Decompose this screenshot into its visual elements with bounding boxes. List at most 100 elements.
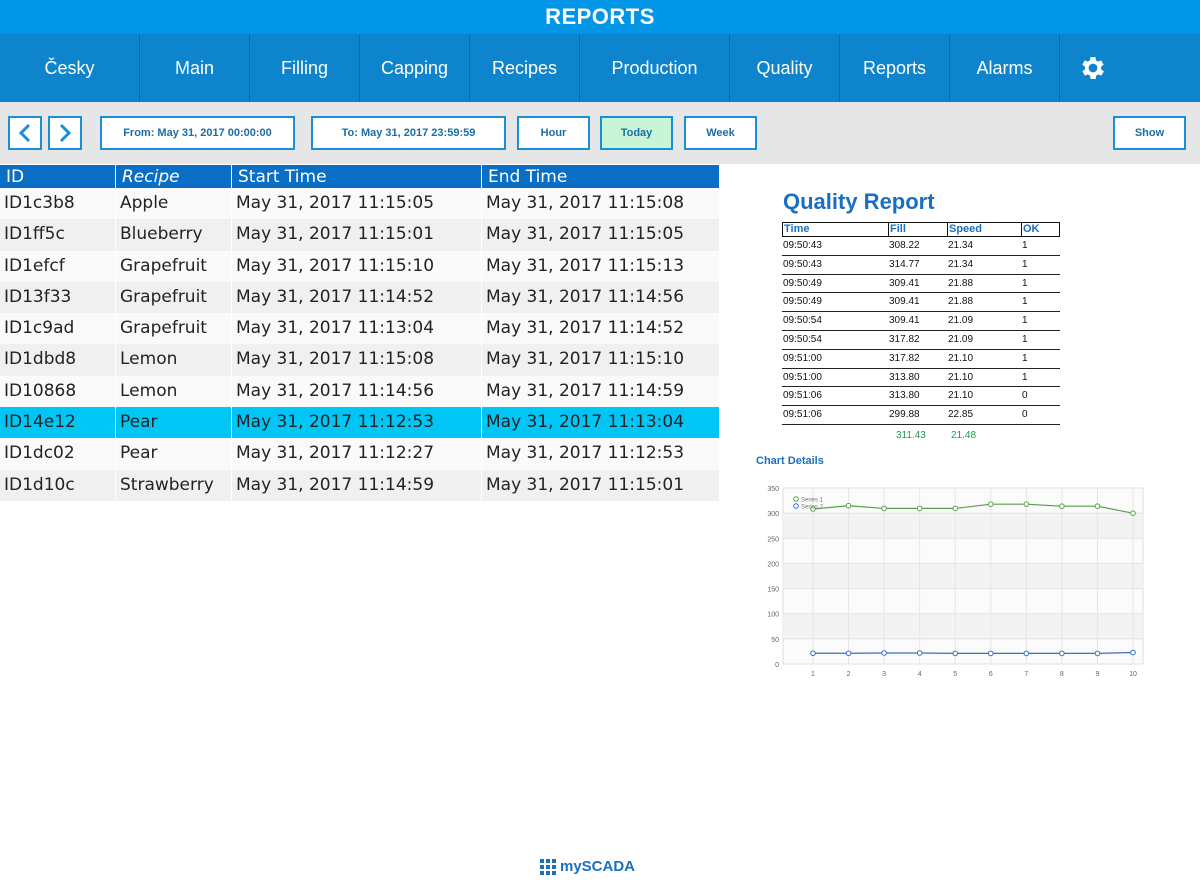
today-button[interactable]: Today	[600, 116, 673, 150]
cell-start-time: May 31, 2017 11:13:04	[232, 313, 482, 345]
next-arrow-button[interactable]	[48, 116, 82, 150]
chart-point	[1094, 650, 1101, 657]
nav-item-main[interactable]: Main	[140, 34, 250, 102]
chart-y-tick-label: 200	[767, 561, 779, 568]
settings-button[interactable]	[1060, 34, 1125, 102]
column-header-recipe[interactable]: Recipe	[116, 165, 232, 188]
qr-cell: 09:51:06	[783, 390, 822, 402]
qr-row: 09:50:49 309.41 21.88 1	[782, 293, 1060, 313]
nav-item-reports[interactable]: Reports	[840, 34, 950, 102]
chart-x-tick-label: 1	[811, 671, 815, 678]
qr-cell: 313.80	[889, 371, 920, 383]
chart-x-tick-label: 5	[953, 671, 957, 678]
cell-recipe: Pear	[116, 438, 232, 470]
table-row[interactable]: ID14e12 Pear May 31, 2017 11:12:53 May 31, …	[0, 407, 720, 439]
qr-cell: 09:51:00	[783, 352, 822, 364]
qr-cell: 1	[1022, 240, 1028, 251]
qr-cell: 309.41	[889, 277, 920, 289]
hour-button[interactable]: Hour	[517, 116, 590, 150]
quality-report-body: 09:50:43 308.22 21.34 1 09:50:43 314.77 21.34 1…	[782, 237, 1060, 425]
qr-cell: 21.09	[948, 333, 974, 345]
qr-cell: 09:50:43	[783, 258, 822, 270]
table-row[interactable]: ID1d10c Strawberry May 31, 2017 11:14:59 Ma…	[0, 469, 720, 501]
qr-cell: 21.88	[948, 277, 974, 289]
chart-point	[987, 650, 994, 657]
qr-cell: 09:51:06	[783, 409, 822, 421]
nav-item-filling[interactable]: Filling	[250, 34, 360, 102]
chart-point	[952, 650, 959, 657]
to-date-button[interactable]: To: May 31, 2017 23:59:59	[311, 116, 506, 150]
qr-cell: 21.34	[948, 258, 974, 270]
cell-end-time: May 31, 2017 11:15:13	[482, 250, 720, 282]
qr-cell: 09:50:49	[783, 277, 822, 289]
cell-recipe: Lemon	[116, 375, 232, 408]
chart-point	[881, 505, 887, 512]
nav-item-recipes[interactable]: Recipes	[470, 34, 580, 102]
qr-row: 09:51:06 313.80 21.10 0	[782, 387, 1060, 407]
chart-details-line-chart: 0 50 100 150 200 250 300 350 1 2 3 4 5 6 7 8 9 10 Series 1…	[767, 486, 1144, 678]
qr-row: 09:50:54 309.41 21.09 1	[782, 312, 1060, 331]
qr-row: 09:50:49 309.41 21.88 1	[782, 275, 1060, 294]
footer-logo: mySCADA	[540, 858, 635, 875]
qr-cell: 1	[1022, 258, 1028, 270]
chart-legend-marker	[793, 503, 799, 509]
column-header-end-time[interactable]: End Time	[482, 165, 720, 188]
chart-point	[1130, 510, 1136, 517]
qr-cell: 309.41	[889, 315, 920, 327]
table-row[interactable]: ID1dc02 Pear May 31, 2017 11:12:27 May 31, …	[0, 438, 720, 470]
cell-recipe: Grapefruit	[116, 281, 232, 314]
chart-x-tick-label: 7	[1024, 671, 1028, 678]
qr-cell: 09:50:43	[783, 240, 822, 251]
table-row[interactable]: ID1c3b8 Apple May 31, 2017 11:15:05 May 31,…	[0, 188, 720, 220]
table-row[interactable]: ID10868 Lemon May 31, 2017 11:14:56 May 31,…	[0, 375, 720, 408]
chart-band	[783, 613, 1143, 639]
column-header-id[interactable]: ID	[0, 165, 116, 188]
chart-x-tick-label: 9	[1095, 671, 1099, 678]
table-row[interactable]: ID1efcf Grapefruit May 31, 2017 11:15:10 Ma…	[0, 250, 720, 282]
chart-y-tick-label: 300	[767, 511, 779, 518]
cell-end-time: May 31, 2017 11:15:08	[482, 188, 720, 220]
qr-header-time: Time	[782, 222, 888, 237]
nav-item-alarms[interactable]: Alarms	[950, 34, 1060, 102]
qr-cell: 317.82	[889, 352, 920, 364]
prev-arrow-button[interactable]	[8, 116, 42, 150]
nav-item-production[interactable]: Production	[580, 34, 730, 102]
cell-start-time: May 31, 2017 11:15:08	[232, 344, 482, 376]
chart-x-tick-label: 8	[1060, 671, 1064, 678]
cell-id: ID1d10c	[0, 469, 116, 501]
table-row[interactable]: ID1c9ad Grapefruit May 31, 2017 11:13:04 Ma…	[0, 313, 720, 345]
chart-y-tick-label: 0	[775, 662, 779, 669]
chart-y-tick-label: 50	[771, 637, 779, 644]
chart-point	[916, 505, 923, 512]
chart-legend-label: Series 2	[801, 505, 824, 511]
table-row[interactable]: ID13f33 Grapefruit May 31, 2017 11:14:52 Ma…	[0, 281, 720, 314]
qr-cell: 0	[1022, 390, 1028, 402]
week-button[interactable]: Week	[684, 116, 757, 150]
nav-item-capping[interactable]: Capping	[360, 34, 470, 102]
from-date-button[interactable]: From: May 31, 2017 00:00:00	[100, 116, 295, 150]
qr-header-fill: Fill	[888, 222, 947, 237]
qr-row: 09:50:43 314.77 21.34 1	[782, 256, 1060, 275]
table-row[interactable]: ID1dbd8 Lemon May 31, 2017 11:15:08 May 31,…	[0, 344, 720, 376]
column-header-start-time[interactable]: Start Time	[232, 165, 482, 188]
qr-cell: 1	[1022, 352, 1028, 364]
qr-row: 09:50:54 317.82 21.09 1	[782, 331, 1060, 350]
chart-details-title: Chart Details	[756, 455, 824, 467]
show-button[interactable]: Show	[1113, 116, 1186, 150]
gear-icon	[1081, 57, 1104, 79]
chart-point	[1023, 650, 1030, 657]
toolbar: From: May 31, 2017 00:00:00 To: May 31, …	[0, 102, 1200, 164]
cell-id: ID1dbd8	[0, 344, 116, 376]
qr-cell: 1	[1022, 371, 1028, 383]
nav-item-quality[interactable]: Quality	[730, 34, 840, 102]
cell-id: ID1c9ad	[0, 313, 116, 345]
qr-cell: 309.41	[889, 296, 920, 308]
chart-point	[845, 502, 852, 509]
nav-item-cesky[interactable]: Česky	[0, 34, 140, 102]
cell-id: ID1efcf	[0, 250, 116, 282]
cell-start-time: May 31, 2017 11:14:59	[232, 469, 482, 501]
table-row[interactable]: ID1ff5c Blueberry May 31, 2017 11:15:01 May…	[0, 219, 720, 251]
chart-x-tick-label: 10	[1129, 671, 1137, 678]
qr-cell: 21.10	[948, 352, 974, 364]
cell-recipe: Grapefruit	[116, 313, 232, 345]
